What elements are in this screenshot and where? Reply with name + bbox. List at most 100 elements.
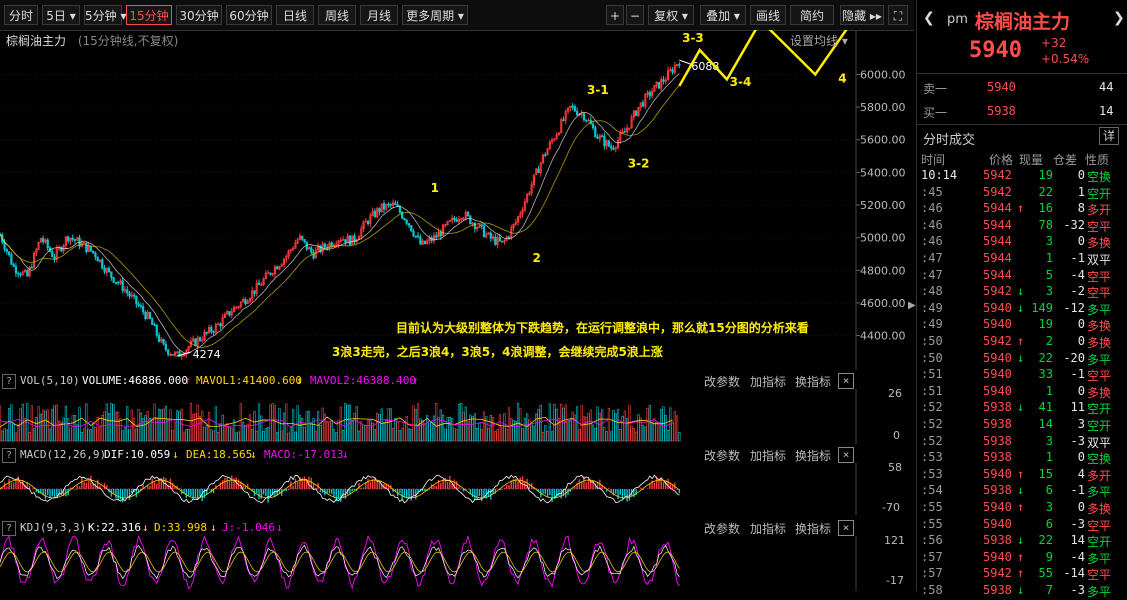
tick-volume: 3 <box>1045 284 1053 299</box>
volume-bar <box>398 430 401 442</box>
toolbar-button-5[interactable]: 简约 <box>790 5 834 25</box>
volume-bar <box>664 415 667 442</box>
period-tab-8[interactable]: 月线 <box>360 5 398 25</box>
tick-volume: 3 <box>1045 500 1053 514</box>
tick-volume: 41 <box>1038 400 1053 415</box>
arrow-down-icon: ↓ <box>172 448 179 461</box>
period-tab-2[interactable]: 5分钟 ▾ <box>84 5 126 25</box>
volume-bar <box>560 403 563 442</box>
toolbar-button-0[interactable]: + <box>606 5 624 25</box>
close-icon[interactable]: × <box>838 520 854 536</box>
tick-row: :51 5940 1 0 多换 <box>917 384 1127 400</box>
volume-bar <box>675 415 679 442</box>
toolbar-button-4[interactable]: 画线 <box>750 5 786 25</box>
period-tab-4[interactable]: 30分钟 <box>176 5 222 25</box>
tick-time: :49 <box>921 317 943 332</box>
fullscreen-icon[interactable]: ⛶ <box>888 5 908 25</box>
volume-bar <box>344 403 347 442</box>
swap-indicator-button[interactable]: 换指标 <box>795 520 831 537</box>
candle-body <box>507 236 511 239</box>
tick-row: :50 5942 ↑ 2 0 多换 <box>917 334 1127 350</box>
volume-bar <box>316 411 320 442</box>
volume-bar <box>650 422 654 442</box>
tick-volume: 19 <box>1038 317 1053 332</box>
help-icon[interactable]: ? <box>2 448 16 463</box>
toolbar-button-3[interactable]: 叠加 ▾ <box>700 5 746 25</box>
volume-bar <box>280 430 283 442</box>
volume-bar <box>273 405 277 442</box>
add-indicator-button[interactable]: 加指标 <box>750 447 786 464</box>
tick-oi-change: -2 <box>1070 284 1085 299</box>
candle-body <box>30 267 33 269</box>
tick-oi-change: -32 <box>1063 217 1085 232</box>
detail-button[interactable]: 详 <box>1099 127 1119 145</box>
tick-price: 5942 <box>983 184 1012 199</box>
volume-bar <box>62 417 65 442</box>
tick-arrow-icon: ↓ <box>1017 583 1025 597</box>
help-icon[interactable]: ? <box>2 374 16 389</box>
tick-volume: 3 <box>1045 234 1053 249</box>
volume-chart: 26 0 <box>0 389 902 444</box>
arrow-up-icon: ↑ <box>184 374 191 387</box>
tick-nature: 空开 <box>1087 402 1112 417</box>
candle-body <box>19 273 22 276</box>
tick-nature: 多平 <box>1087 485 1112 500</box>
analysis-text-2: 3浪3走完，之后3浪4，3浪5，4浪调整，会继续完成5浪上涨 <box>332 344 663 359</box>
volume-bar <box>69 427 72 442</box>
toolbar-button-2[interactable]: 复权 ▾ <box>648 5 694 25</box>
divider <box>917 124 1127 125</box>
forward-icon[interactable]: ❯ <box>1113 10 1125 26</box>
volume-bar <box>551 431 554 442</box>
tick-nature: 空平 <box>1087 219 1112 234</box>
volume-bar <box>98 426 102 442</box>
swap-indicator-button[interactable]: 换指标 <box>795 373 831 390</box>
period-tab-3[interactable]: 15分钟 <box>126 5 172 25</box>
period-tab-9[interactable]: 更多周期 ▾ <box>402 5 468 25</box>
arrow-down-icon: ↓ <box>296 374 303 387</box>
candle-body <box>269 272 272 275</box>
volume-bar <box>196 404 199 442</box>
add-indicator-button[interactable]: 加指标 <box>750 373 786 390</box>
back-icon[interactable]: ❮ <box>923 10 935 26</box>
y-tick-label: 4800.00 <box>860 264 906 277</box>
tick-time: :52 <box>921 417 943 431</box>
close-icon[interactable]: × <box>838 447 854 463</box>
toolbar-button-1[interactable]: − <box>626 5 644 25</box>
toolbar-button-6[interactable]: 隐藏 ▸▸ <box>840 5 884 25</box>
collapse-handle[interactable]: ▶ <box>908 300 916 330</box>
volume-bar <box>107 413 111 442</box>
volume-bar <box>526 413 529 442</box>
candle-body <box>112 277 115 283</box>
add-indicator-button[interactable]: 加指标 <box>750 520 786 537</box>
change-params-button[interactable]: 改参数 <box>704 520 740 537</box>
period-tab-0[interactable]: 分时 <box>4 5 38 25</box>
candle-body <box>389 204 392 206</box>
close-icon[interactable]: × <box>838 373 854 389</box>
volume-bar <box>528 419 531 442</box>
tick-volume: 78 <box>1038 217 1053 232</box>
candle-body <box>366 220 370 225</box>
macd-axis-bottom: -70 <box>882 501 900 514</box>
help-icon[interactable]: ? <box>2 521 16 536</box>
volume-bar <box>376 412 379 442</box>
tick-nature: 多平 <box>1087 352 1112 367</box>
volume-bar <box>505 428 508 442</box>
candlestick-chart[interactable]: 4400.00 4600.00 4800.00 5000.00 5200.00 5400.… <box>0 30 914 370</box>
volume-bar <box>121 430 124 442</box>
tick-volume: 33 <box>1038 367 1053 382</box>
change-params-button[interactable]: 改参数 <box>704 447 740 464</box>
ask-label: 卖一 <box>923 82 948 96</box>
period-tab-1[interactable]: 5日 ▾ <box>42 5 80 25</box>
period-tab-7[interactable]: 周线 <box>318 5 356 25</box>
volume-bar <box>489 415 492 442</box>
period-tab-5[interactable]: 60分钟 <box>226 5 272 25</box>
tick-time: :53 <box>921 466 943 481</box>
tick-price: 5938 <box>983 483 1012 498</box>
tick-volume: 5 <box>1045 267 1053 282</box>
tick-volume: 55 <box>1038 566 1053 581</box>
ma-settings-link[interactable]: 设置均线 ▾ <box>790 32 848 49</box>
swap-indicator-button[interactable]: 换指标 <box>795 447 831 464</box>
period-tab-6[interactable]: 日线 <box>276 5 314 25</box>
tick-volume: 19 <box>1038 168 1053 182</box>
change-params-button[interactable]: 改参数 <box>704 373 740 390</box>
